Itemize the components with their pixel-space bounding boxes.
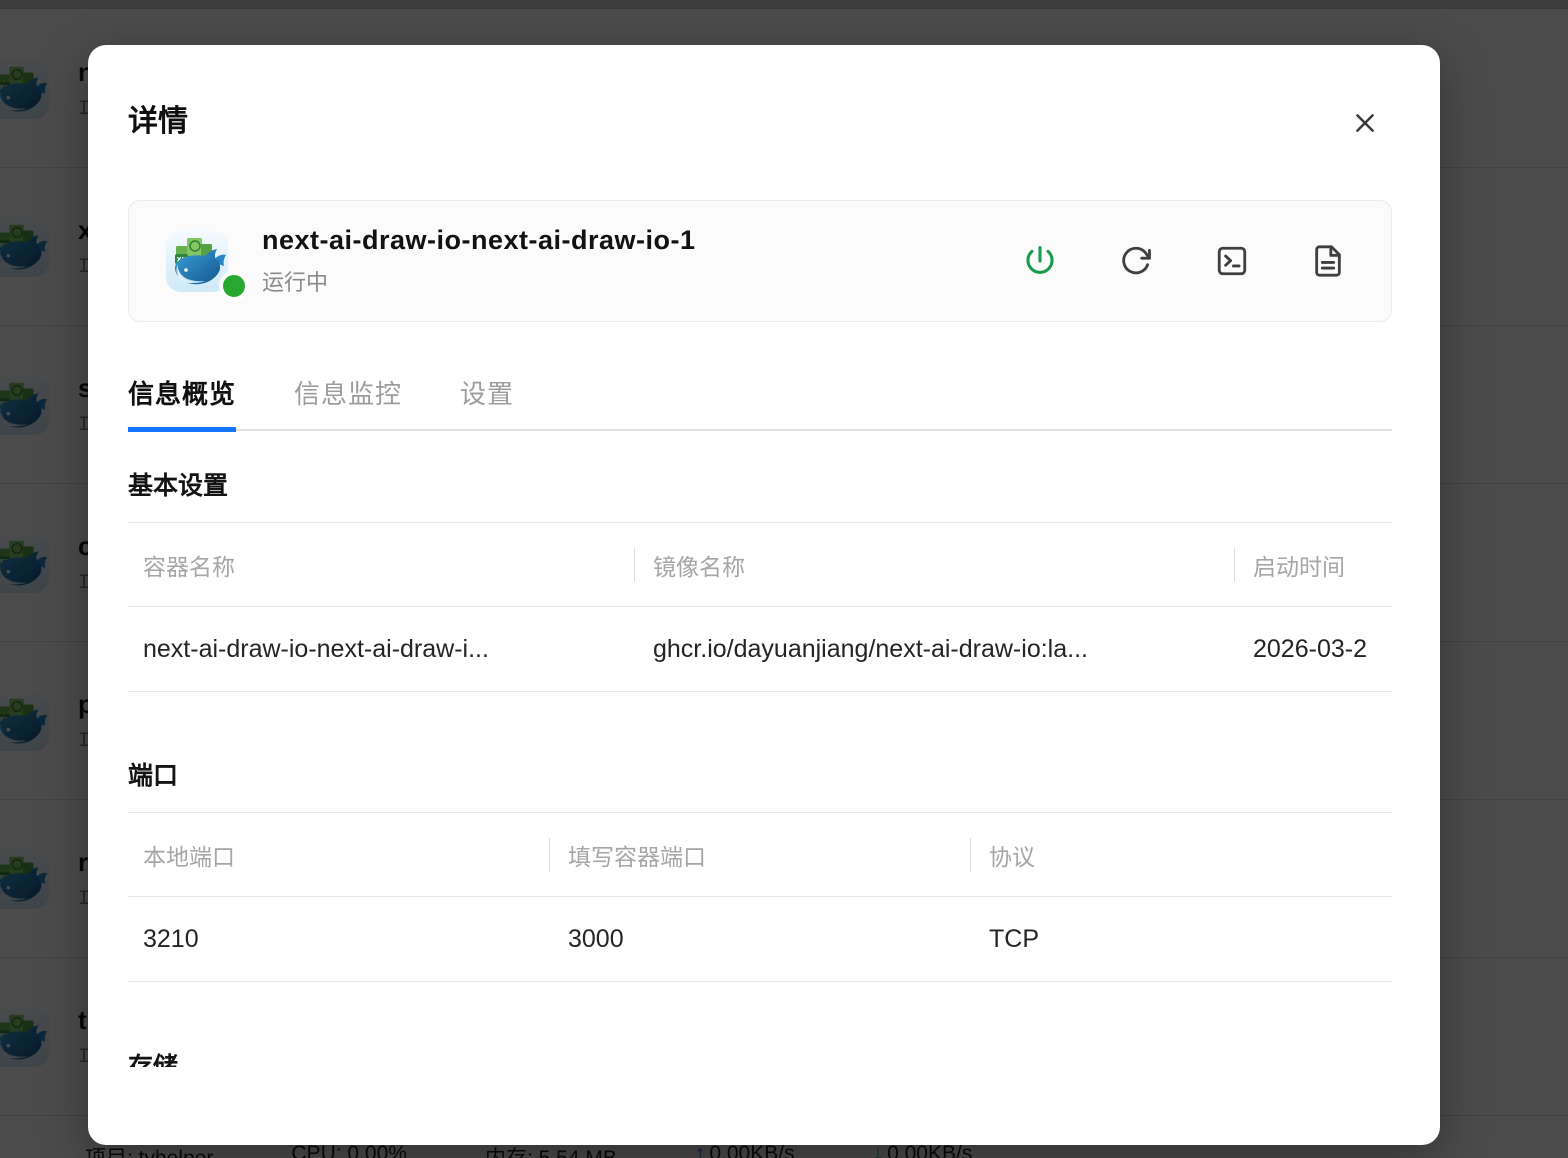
ports-table: 本地端口 填写容器端口 协议 3210 3000 TCP	[128, 812, 1392, 982]
terminal-button[interactable]	[1215, 244, 1249, 278]
tab-info-overview[interactable]: 信息概览	[128, 374, 237, 432]
column-header-container-port: 填写容器端口	[549, 838, 970, 872]
section-title-ports: 端口	[128, 762, 179, 790]
terminal-icon	[1217, 246, 1247, 276]
section-title-basic: 基本设置	[128, 472, 229, 500]
logs-file-icon	[1315, 245, 1341, 277]
logs-button[interactable]	[1311, 244, 1345, 278]
column-header-start-time: 启动时间	[1234, 548, 1392, 582]
screen: nI xI sI cI pI rI	[0, 0, 1568, 1158]
table-row: 3210 3000 TCP	[128, 897, 1392, 981]
cell-local-port: 3210	[143, 924, 199, 953]
container-status: 运行中	[262, 270, 329, 295]
tab-info-monitoring[interactable]: 信息监控	[294, 374, 402, 429]
cell-container-name: next-ai-draw-io-next-ai-draw-i...	[143, 634, 489, 663]
cell-image-name: ghcr.io/dayuanjiang/next-ai-draw-io:la..…	[653, 634, 1088, 663]
column-header-protocol: 协议	[970, 838, 1392, 872]
modal-title: 详情	[128, 105, 188, 138]
column-header-image-name: 镜像名称	[634, 548, 1234, 582]
cell-container-port: 3000	[568, 924, 624, 953]
cell-protocol: TCP	[989, 924, 1039, 953]
power-button[interactable]	[1023, 244, 1057, 278]
close-icon	[1356, 113, 1374, 132]
section-title-storage: 存储	[128, 1053, 179, 1067]
table-header-row: 容器名称 镜像名称 启动时间	[128, 523, 1392, 607]
overview-content: 基本设置 容器名称 镜像名称 启动时间 next-ai-draw-io-next…	[88, 431, 1440, 1067]
power-icon	[1026, 245, 1054, 274]
details-modal: 详情 next-ai-draw-io-next-ai-draw-io-1 运行中	[88, 45, 1440, 1145]
table-row: next-ai-draw-io-next-ai-draw-i... ghcr.i…	[128, 607, 1392, 691]
table-header-row: 本地端口 填写容器端口 协议	[128, 813, 1392, 897]
restart-button[interactable]	[1119, 244, 1153, 278]
running-status-dot	[219, 271, 249, 301]
tab-bar: 信息概览 信息监控 设置	[128, 374, 1392, 432]
close-button[interactable]	[1350, 109, 1380, 139]
column-header-container-name: 容器名称	[143, 553, 235, 580]
cell-start-time: 2026-03-2	[1253, 634, 1367, 663]
container-name: next-ai-draw-io-next-ai-draw-io-1	[262, 225, 696, 255]
tab-settings[interactable]: 设置	[460, 374, 514, 429]
column-header-local-port: 本地端口	[143, 843, 235, 870]
basic-settings-table: 容器名称 镜像名称 启动时间 next-ai-draw-io-next-ai-d…	[128, 522, 1392, 692]
restart-icon	[1122, 246, 1151, 275]
container-card: next-ai-draw-io-next-ai-draw-io-1 运行中	[128, 200, 1392, 322]
